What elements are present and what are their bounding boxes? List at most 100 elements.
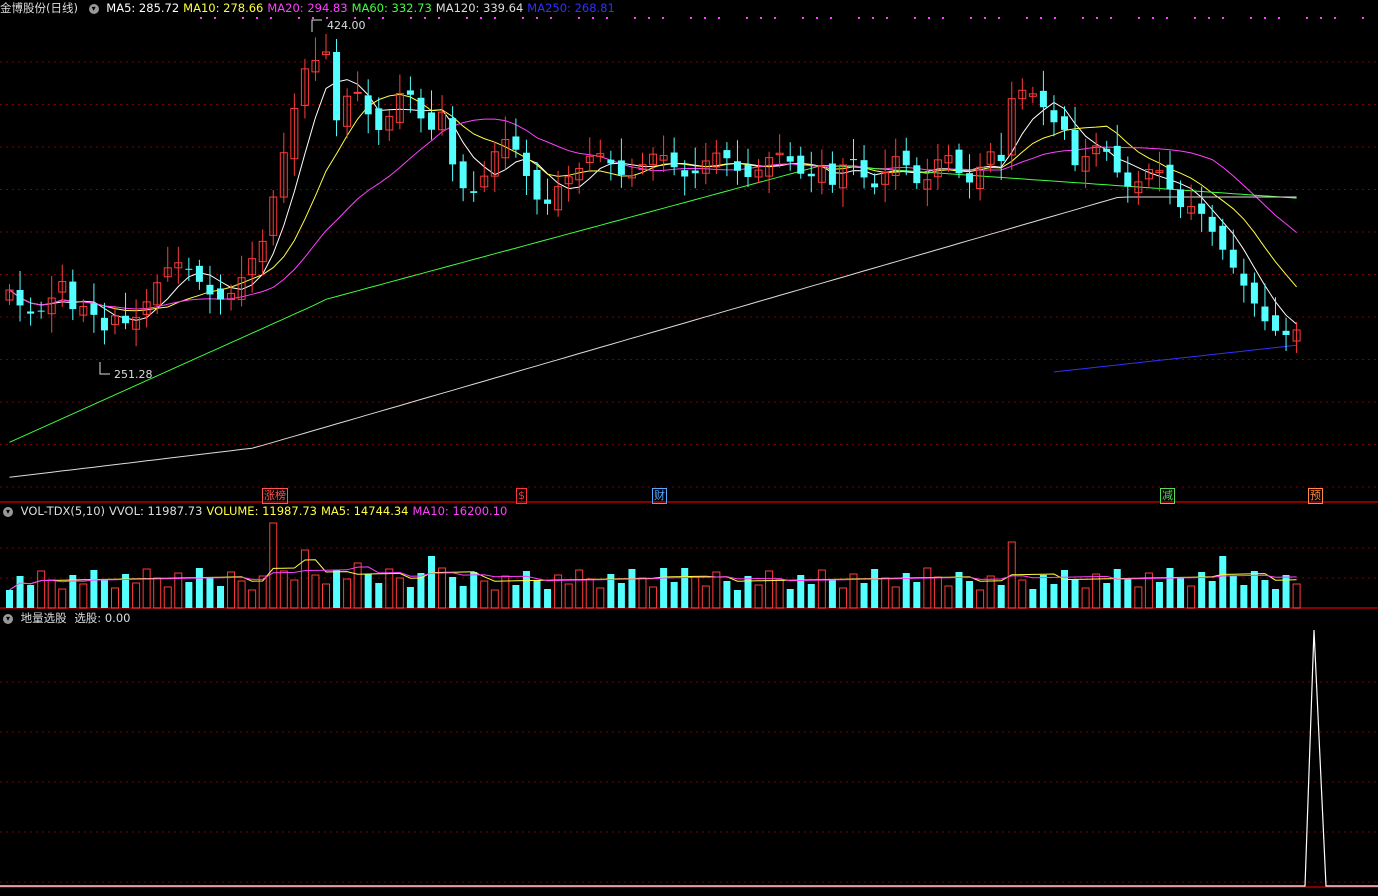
volume-bar bbox=[976, 589, 985, 609]
volume-bar bbox=[459, 586, 467, 608]
volume-bar bbox=[944, 585, 953, 609]
top-marker bbox=[872, 17, 874, 19]
candle-body bbox=[1124, 172, 1132, 187]
collapse-icon[interactable]: ▾ bbox=[3, 613, 13, 624]
candle-body bbox=[1113, 145, 1121, 173]
volume-bar bbox=[860, 583, 868, 608]
top-marker bbox=[466, 17, 468, 19]
candle-body bbox=[902, 150, 910, 166]
volume-bar bbox=[163, 586, 172, 609]
volume-bar bbox=[322, 583, 330, 609]
top-marker bbox=[592, 17, 594, 19]
event-marker[interactable]: 预 bbox=[1308, 488, 1323, 504]
volume-bar bbox=[1134, 586, 1143, 609]
volume-bar bbox=[628, 569, 636, 608]
top-marker bbox=[970, 17, 972, 19]
candle-body bbox=[1219, 225, 1227, 250]
volume-bar bbox=[638, 577, 647, 609]
volume-bar bbox=[395, 577, 404, 609]
volume-bar bbox=[933, 576, 942, 609]
event-marker[interactable]: 财 bbox=[652, 488, 667, 504]
candle-body bbox=[100, 317, 108, 331]
volume-bar bbox=[153, 577, 162, 609]
volume-header: ▾ VOL-TDX(5,10) VVOL: 11987.73 VOLUME: 119… bbox=[0, 503, 515, 519]
candle-body bbox=[428, 112, 435, 130]
volume-bar bbox=[1071, 579, 1079, 608]
volume-bar bbox=[913, 582, 921, 608]
candle-body bbox=[195, 265, 203, 282]
volume-bar bbox=[585, 578, 594, 609]
volume-bar bbox=[512, 585, 520, 608]
top-marker bbox=[858, 17, 860, 19]
top-marker bbox=[886, 17, 888, 19]
volume-bar bbox=[891, 586, 900, 609]
top-marker bbox=[1110, 17, 1112, 19]
top-marker bbox=[802, 17, 804, 19]
candle-body bbox=[913, 165, 921, 184]
candle-body bbox=[691, 170, 699, 174]
volume-bar bbox=[333, 570, 341, 608]
candle-body bbox=[459, 161, 467, 189]
volume-bar bbox=[385, 568, 394, 609]
top-marker bbox=[270, 17, 272, 19]
top-marker bbox=[578, 17, 580, 19]
candle-body bbox=[90, 303, 98, 315]
top-marker bbox=[536, 17, 538, 19]
event-marker[interactable]: $ bbox=[516, 488, 527, 504]
volume-bar bbox=[79, 583, 88, 609]
candle-body bbox=[512, 136, 520, 150]
volume-bar bbox=[300, 549, 309, 609]
top-marker bbox=[522, 17, 524, 19]
volume-bar bbox=[195, 568, 203, 608]
top-marker bbox=[760, 17, 762, 19]
candle-body bbox=[1282, 330, 1290, 335]
top-marker bbox=[606, 17, 608, 19]
candle-body bbox=[955, 149, 963, 174]
candle-body bbox=[1229, 249, 1237, 268]
volume-bar bbox=[470, 572, 478, 608]
top-marker bbox=[662, 17, 664, 19]
volume-bar bbox=[1050, 584, 1058, 608]
legend-item: MA10: 16200.10 bbox=[412, 504, 508, 518]
legend-item: VOL-TDX(5,10) bbox=[20, 504, 106, 518]
top-marker bbox=[200, 17, 202, 19]
candle-body bbox=[850, 159, 857, 161]
volume-bar bbox=[37, 570, 46, 609]
candle-body bbox=[1240, 273, 1248, 286]
candle-body bbox=[966, 173, 974, 183]
candle-body bbox=[470, 191, 478, 193]
top-marker bbox=[410, 17, 412, 19]
event-marker[interactable]: 减 bbox=[1160, 488, 1175, 504]
indicator-value: 选股: 0.00 bbox=[74, 611, 131, 625]
top-marker bbox=[214, 17, 216, 19]
volume-bar bbox=[871, 569, 879, 608]
event-marker[interactable]: 涨榜 bbox=[262, 488, 288, 504]
top-marker bbox=[480, 17, 482, 19]
collapse-icon[interactable]: ▾ bbox=[3, 506, 13, 517]
volume-bar bbox=[617, 583, 625, 608]
candle-body bbox=[27, 311, 35, 314]
candle-body bbox=[1039, 90, 1047, 108]
volume-bar bbox=[533, 580, 541, 608]
top-marker bbox=[1264, 17, 1266, 19]
candle-body bbox=[997, 154, 1005, 162]
top-marker bbox=[242, 17, 244, 19]
volume-bar bbox=[1155, 582, 1163, 608]
volume-bar bbox=[701, 585, 710, 609]
top-marker bbox=[942, 17, 944, 19]
volume-bar bbox=[838, 587, 847, 609]
candle-body bbox=[723, 150, 731, 159]
volume-bar bbox=[185, 582, 193, 608]
volume-bar bbox=[997, 585, 1005, 608]
top-marker bbox=[298, 17, 300, 19]
candle-body bbox=[1071, 129, 1079, 166]
top-marker bbox=[550, 17, 552, 19]
top-marker bbox=[1194, 17, 1196, 19]
top-marker bbox=[1320, 17, 1322, 19]
candle-body bbox=[69, 281, 77, 310]
volume-bar bbox=[723, 581, 731, 608]
volume-bar bbox=[353, 562, 362, 609]
candle-body bbox=[217, 288, 224, 300]
stock-chart-canvas[interactable] bbox=[0, 0, 1378, 896]
candle-body bbox=[122, 315, 130, 324]
